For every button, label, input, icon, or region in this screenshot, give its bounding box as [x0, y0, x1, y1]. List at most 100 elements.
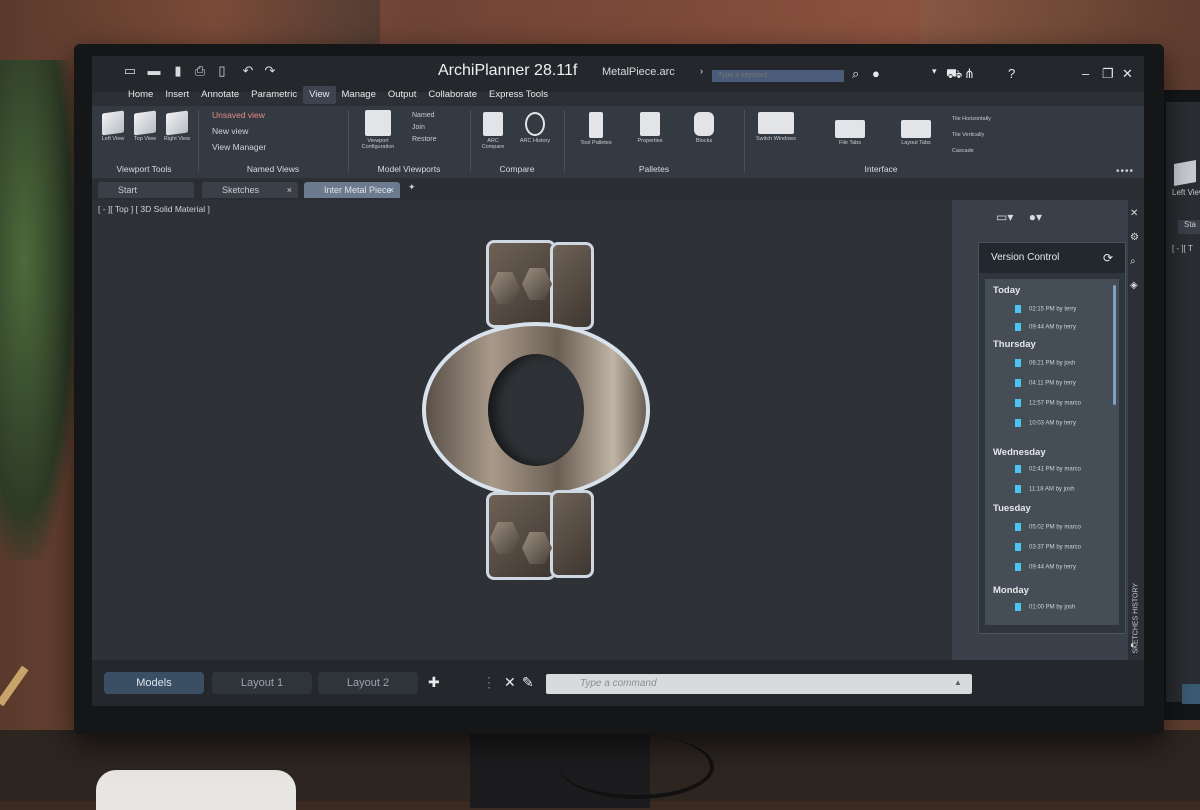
settings-icon[interactable]: ⚙: [1130, 232, 1139, 243]
viewport-configuration-icon: [365, 110, 391, 136]
cascade-item[interactable]: Cascade: [952, 148, 974, 154]
version-entry[interactable]: 02:41 PM by marco: [1015, 465, 1081, 473]
layout-tabs-button[interactable]: Layout Tabs: [894, 120, 938, 146]
blocks-button[interactable]: Blocks: [684, 112, 724, 144]
command-input[interactable]: Type a command: [546, 674, 972, 694]
version-entry[interactable]: 09:44 AM by terry: [1015, 323, 1076, 331]
doc-tab-start[interactable]: Start: [98, 182, 194, 198]
version-entry[interactable]: 04:11 PM by terry: [1015, 379, 1076, 387]
named-views-label: Named Views: [246, 164, 300, 174]
cart-icon[interactable]: ⛟: [946, 66, 962, 84]
tile-vertically-item[interactable]: Tile Vertically: [952, 132, 984, 138]
close-icon[interactable]: ✕: [1122, 66, 1133, 82]
join-item[interactable]: Join: [412, 124, 425, 131]
tile-horizontally-item[interactable]: Tile Horizontally: [952, 116, 991, 122]
version-entry[interactable]: 11:18 AM by josh: [1015, 485, 1075, 493]
more-options-icon[interactable]: ••••: [1116, 166, 1134, 177]
tab-annotate[interactable]: Annotate: [195, 86, 245, 104]
right-view-button[interactable]: Right View: [160, 110, 194, 142]
coffee-cup: [96, 770, 296, 810]
tool-palletes-button[interactable]: Tool Palletes: [576, 112, 616, 146]
new-file-icon[interactable]: ▭: [122, 64, 138, 78]
tab-insert[interactable]: Insert: [159, 86, 195, 104]
customize-icon[interactable]: ✎: [522, 674, 534, 691]
clear-command-icon[interactable]: ✕: [504, 674, 516, 691]
chevron-right-icon[interactable]: ›: [700, 66, 703, 76]
add-layout-icon[interactable]: ✚: [428, 674, 440, 691]
doc-tab-inter-metal-piece[interactable]: Inter Metal Piece ×: [304, 182, 400, 198]
metal-pipe-clamp-model[interactable]: [422, 240, 662, 580]
layers-icon[interactable]: ◈: [1130, 280, 1138, 291]
models-tab[interactable]: Models: [104, 672, 204, 694]
tab-view[interactable]: View: [303, 86, 336, 104]
ribbon-divider: [564, 110, 565, 172]
viewport-label[interactable]: [ - ][ Top ] [ 3D Solid Material ]: [98, 204, 210, 214]
unsaved-view-item[interactable]: Unsaved view: [212, 110, 265, 120]
properties-button[interactable]: Properties: [630, 112, 670, 144]
save-icon[interactable]: ▮: [170, 64, 186, 78]
search-icon[interactable]: ⌕: [1130, 256, 1136, 267]
tab-output[interactable]: Output: [382, 86, 423, 104]
command-history-icon[interactable]: ▲: [954, 678, 962, 687]
user-icon[interactable]: ●: [872, 66, 880, 81]
open-folder-icon[interactable]: ▬: [146, 64, 162, 78]
tab-parametric[interactable]: Parametric: [245, 86, 303, 104]
layers-dropdown-icon[interactable]: ▭▾: [996, 210, 1013, 224]
search-input[interactable]: [712, 70, 844, 82]
history-toggle-icon[interactable]: ◐: [1130, 640, 1136, 651]
view-manager-item[interactable]: View Manager: [212, 142, 266, 152]
drag-handle-icon[interactable]: ⋮: [482, 674, 496, 691]
user-dropdown-icon[interactable]: ●▾: [1029, 210, 1042, 224]
tab-manage[interactable]: Manage: [336, 86, 382, 104]
dropdown-icon[interactable]: ▾: [932, 66, 937, 77]
restore-item[interactable]: Restore: [412, 136, 437, 143]
close-tab-icon[interactable]: ×: [287, 182, 292, 198]
arc-history-button[interactable]: ARC History: [518, 112, 552, 144]
redo-icon[interactable]: ↷: [262, 64, 278, 78]
version-entry[interactable]: 09:44 AM by terry: [1015, 563, 1076, 571]
new-view-item[interactable]: New view: [212, 126, 248, 136]
close-tab-icon[interactable]: ×: [389, 182, 394, 198]
file-tabs-button[interactable]: File Tabs: [828, 120, 872, 146]
version-entry[interactable]: 06:21 PM by josh: [1015, 359, 1075, 367]
switch-windows-button[interactable]: Switch Windows: [754, 112, 798, 142]
model-viewports-label: Model Viewports: [377, 164, 441, 174]
mobile-icon[interactable]: ▯: [214, 64, 230, 78]
share-icon[interactable]: ⋔: [964, 66, 975, 82]
tab-home[interactable]: Home: [122, 86, 159, 104]
model-viewport[interactable]: [ - ][ Top ] [ 3D Solid Material ]: [92, 200, 952, 660]
search-icon[interactable]: ⌕: [852, 66, 859, 82]
minimize-icon[interactable]: –: [1082, 66, 1089, 81]
refresh-icon[interactable]: ⟳: [1103, 243, 1113, 273]
doc-tab-sketches[interactable]: Sketches ×: [202, 182, 298, 198]
version-entry[interactable]: 05:02 PM by marco: [1015, 523, 1081, 531]
viewport-configuration-button[interactable]: Viewport Configuration: [358, 110, 398, 150]
second-doc-tab[interactable]: Sta: [1178, 220, 1200, 234]
version-entry[interactable]: 02:15 PM by terry: [1015, 305, 1076, 313]
top-view-button[interactable]: Top View: [128, 110, 162, 142]
tab-express-tools[interactable]: Express Tools: [483, 86, 554, 104]
version-control-title: Version Control: [991, 252, 1060, 263]
version-entry[interactable]: 03:37 PM by marco: [1015, 543, 1081, 551]
properties-icon: [640, 112, 660, 136]
layout-1-tab[interactable]: Layout 1: [212, 672, 312, 694]
second-bottom-tab[interactable]: [1182, 684, 1200, 704]
help-icon[interactable]: ?: [1008, 66, 1015, 81]
arc-compare-icon: [483, 112, 503, 136]
version-entry[interactable]: 10:03 AM by terry: [1015, 419, 1076, 427]
left-view-button[interactable]: Left View: [96, 110, 130, 142]
version-entry[interactable]: 01:00 PM by josh: [1015, 603, 1075, 611]
new-tab-icon[interactable]: ✦: [408, 182, 416, 193]
version-list-scrollbar[interactable]: [1113, 285, 1116, 405]
right-view-cube-icon: [166, 110, 188, 136]
version-entry[interactable]: 12:57 PM by marco: [1015, 399, 1081, 407]
named-item[interactable]: Named: [412, 112, 435, 119]
undo-icon[interactable]: ↶: [240, 64, 256, 78]
print-icon[interactable]: ⎙: [192, 64, 208, 78]
tab-collaborate[interactable]: Collaborate: [422, 86, 483, 104]
layout-2-tab[interactable]: Layout 2: [318, 672, 418, 694]
restore-icon[interactable]: ❐: [1102, 66, 1114, 82]
arc-compare-button[interactable]: ARC Compare: [476, 112, 510, 150]
close-panel-icon[interactable]: ✕: [1130, 208, 1138, 219]
clamp-bore: [488, 354, 584, 466]
